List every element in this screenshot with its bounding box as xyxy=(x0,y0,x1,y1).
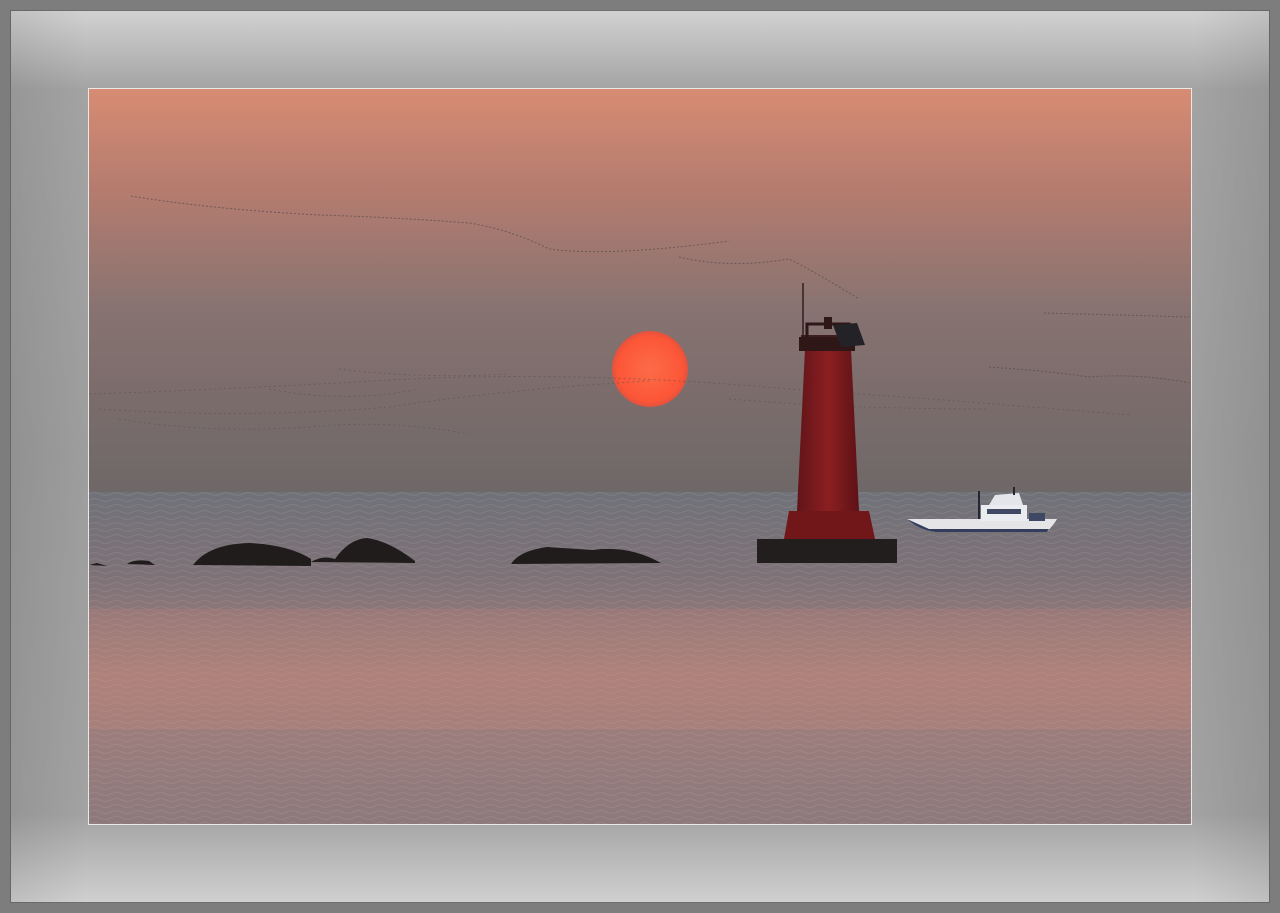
picture-frame xyxy=(0,0,1280,913)
photo xyxy=(88,88,1192,825)
seascape-scene xyxy=(89,89,1191,824)
